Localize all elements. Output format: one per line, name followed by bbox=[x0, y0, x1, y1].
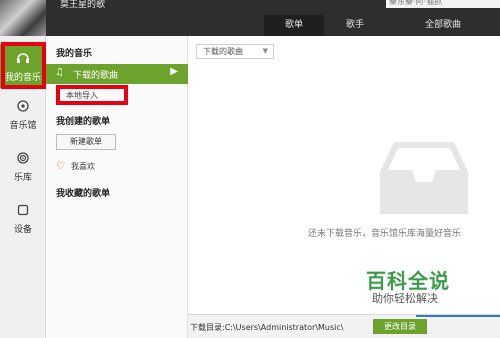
my-music-panel: 我的音乐 ♫ 下载的歌曲 ▶ 本地导入 我创建的歌单 新建歌单 ♡ 我喜欢 我收藏… bbox=[46, 36, 188, 338]
downloaded-songs-item[interactable]: ♫ 下载的歌曲 ▶ bbox=[46, 64, 188, 84]
my-favorites-label: 我喜欢 bbox=[70, 162, 95, 171]
nav-label: 音乐馆 bbox=[9, 121, 37, 131]
music-hall-icon bbox=[0, 100, 46, 115]
username[interactable]: 莫王星的歌 bbox=[60, 0, 105, 10]
highlight-box-local-import bbox=[56, 85, 128, 105]
nav-label: 乐库 bbox=[13, 173, 32, 183]
heart-icon: ♡ bbox=[56, 161, 65, 172]
empty-box-icon bbox=[380, 142, 468, 214]
chevron-down-icon: ▼ bbox=[262, 47, 268, 55]
highlight-box-my-music bbox=[1, 42, 46, 89]
my-favorites-item[interactable]: ♡ 我喜欢 bbox=[56, 161, 95, 172]
download-dir-bar: 下载目录:C:\Users\Administrator\Music\ 更改目录 bbox=[188, 314, 500, 338]
song-filter-dropdown[interactable]: 下载的歌曲 ▼ bbox=[196, 44, 274, 59]
search-input[interactable]: 秦东秦·阿·猫抓 bbox=[386, 0, 500, 8]
avatar[interactable] bbox=[0, 0, 46, 36]
device-icon bbox=[0, 204, 46, 219]
nav-music-hall[interactable]: 音乐馆 bbox=[0, 100, 46, 131]
watermark-subtitle: 助你轻松解决 bbox=[372, 292, 438, 305]
tab-playlist[interactable]: 歌单 bbox=[264, 15, 324, 36]
nav-device[interactable]: 设备 bbox=[0, 204, 46, 235]
tab-all-songs[interactable]: 全部歌曲 bbox=[386, 15, 500, 36]
play-arrow-icon: ▶ bbox=[170, 66, 178, 77]
change-dir-button[interactable]: 更改目录 bbox=[373, 319, 427, 334]
my-music-title: 我的音乐 bbox=[56, 49, 93, 59]
created-playlists-title: 我创建的歌单 bbox=[56, 117, 111, 127]
main-content: 下载的歌曲 ▼ 还未下载音乐，音乐馆乐库海量好音乐 下载目录:C:\Users\… bbox=[188, 36, 500, 338]
nav-label: 设备 bbox=[13, 225, 32, 235]
downloaded-songs-label: 下载的歌曲 bbox=[73, 71, 119, 81]
library-icon bbox=[0, 152, 46, 167]
empty-state-text: 还未下载音乐，音乐馆乐库海量好音乐 bbox=[308, 229, 462, 239]
tab-bar: 歌单 歌手 全部歌曲 bbox=[264, 15, 500, 36]
dropdown-value: 下载的歌曲 bbox=[203, 47, 243, 56]
download-dir-label: 下载目录: bbox=[190, 323, 225, 332]
new-playlist-button[interactable]: 新建歌单 bbox=[56, 134, 116, 150]
collected-playlists-title: 我收藏的歌单 bbox=[56, 189, 111, 199]
download-icon: ♫ bbox=[55, 67, 64, 78]
download-dir-path: C:\Users\Administrator\Music\ bbox=[224, 323, 344, 332]
tab-singer[interactable]: 歌手 bbox=[324, 15, 386, 36]
nav-library[interactable]: 乐库 bbox=[0, 152, 46, 183]
download-dir-text: 下载目录:C:\Users\Administrator\Music\ bbox=[190, 322, 343, 333]
watermark-underline bbox=[416, 315, 500, 317]
